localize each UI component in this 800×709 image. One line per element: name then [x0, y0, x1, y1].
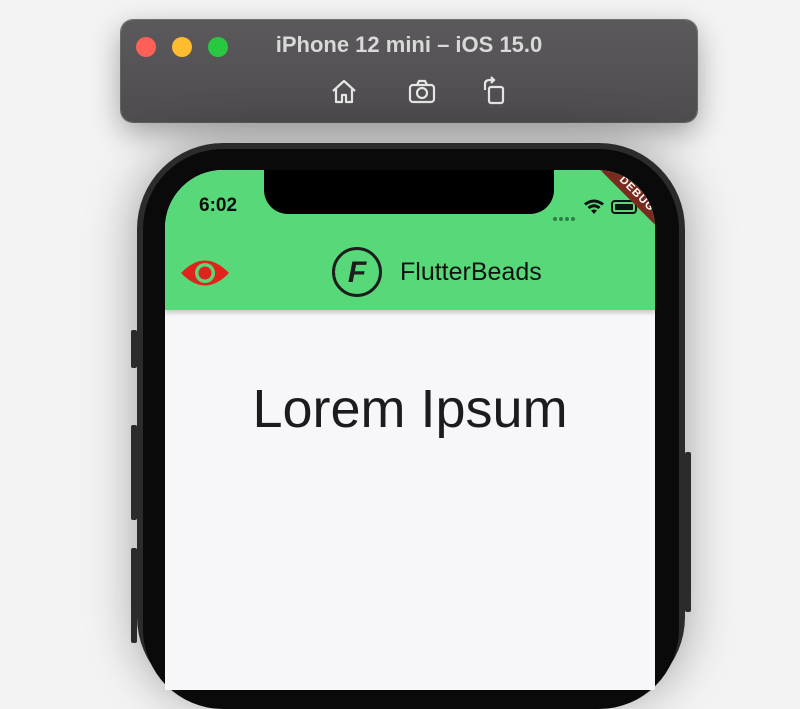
logo-letter: F	[348, 256, 367, 289]
flutterbeads-logo-icon: F	[331, 246, 383, 298]
phone-volume-up	[131, 425, 137, 520]
app-title: FlutterBeads	[400, 257, 542, 286]
phone-screen: 6:02 F FlutterBeads DEBUG Lorem Ipsum	[165, 170, 655, 690]
status-time: 6:02	[199, 195, 238, 216]
phone-notch	[264, 170, 554, 214]
rotate-icon[interactable]	[479, 76, 509, 106]
phone-power-button	[685, 452, 691, 612]
headline-text: Lorem Ipsum	[252, 379, 568, 439]
simulator-window-bar: iPhone 12 mini – iOS 15.0	[121, 20, 697, 122]
signal-icon	[553, 208, 579, 221]
simulator-title: iPhone 12 mini – iOS 15.0	[275, 32, 543, 57]
home-icon[interactable]	[329, 76, 359, 106]
app-brand: F FlutterBeads	[331, 244, 542, 300]
phone-mute-switch	[131, 330, 137, 368]
eye-icon[interactable]	[179, 256, 231, 290]
phone-volume-down	[131, 548, 137, 643]
screenshot-icon[interactable]	[407, 76, 437, 106]
wifi-icon	[583, 198, 605, 216]
